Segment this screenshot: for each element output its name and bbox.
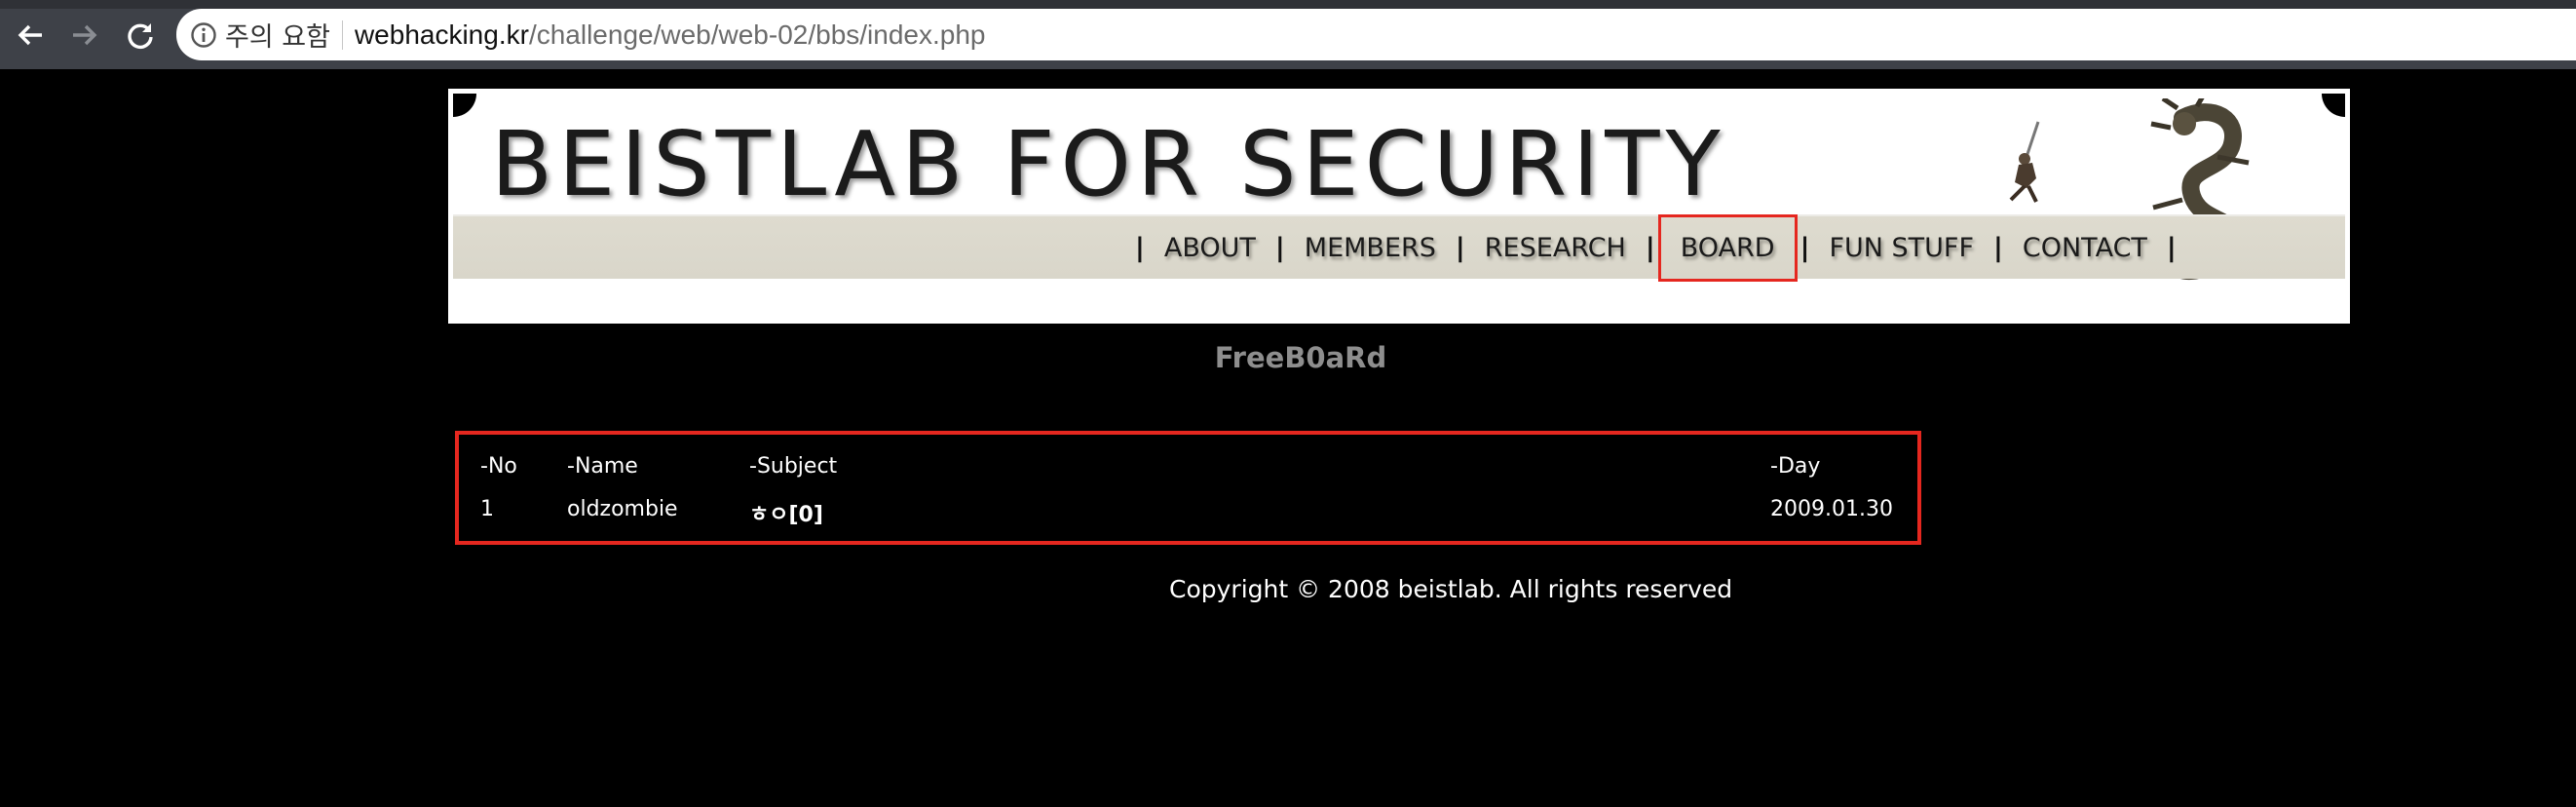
info-circle-icon[interactable] <box>188 19 219 51</box>
tab-strip <box>0 0 2576 9</box>
post-number: 1 <box>480 497 494 521</box>
main-menu: | ABOUT | MEMBERS | RESEARCH | BOARD | F… <box>1116 213 2196 282</box>
security-warning-label[interactable]: 주의 요함 <box>225 16 330 54</box>
menu-item-board[interactable]: BOARD <box>1657 213 1798 282</box>
footer-copyright: Copyright © 2008 beistlab. All rights re… <box>1169 575 1733 603</box>
omnibox-divider <box>341 19 343 50</box>
menu-separator: | <box>1135 232 1145 263</box>
browser-toolbar: 주의 요함 webhacking.kr/challenge/web/web-02… <box>0 0 2576 69</box>
site-logo[interactable]: BEISTLAB FOR SECURITY <box>491 112 1726 216</box>
column-header-name: -Name <box>567 454 638 479</box>
column-header-no: -No <box>480 454 517 479</box>
menu-item-research[interactable]: RESEARCH <box>1485 233 1626 263</box>
board-table: -No -Name -Subject -Day 1 oldzombie ㅎㅇ[0… <box>455 431 1921 545</box>
url-host: webhacking.kr <box>354 19 529 50</box>
post-date: 2009.01.30 <box>1770 497 1893 521</box>
menu-item-members[interactable]: MEMBERS <box>1305 233 1436 263</box>
menu-item-fun-stuff[interactable]: FUN STUFF <box>1829 233 1974 263</box>
menu-separator: | <box>2166 232 2177 263</box>
menu-separator: | <box>1993 232 2003 263</box>
reload-icon[interactable] <box>122 14 159 57</box>
menu-item-about[interactable]: ABOUT <box>1164 233 1256 263</box>
main-menu-bar: | ABOUT | MEMBERS | RESEARCH | BOARD | F… <box>453 213 2345 282</box>
url-path: /challenge/web/web-02/bbs/index.php <box>528 19 986 50</box>
sword-figure-image <box>2009 121 2040 203</box>
arrow-right-icon[interactable] <box>66 14 103 57</box>
column-header-day: -Day <box>1770 454 1821 479</box>
menu-separator: | <box>1799 232 1810 263</box>
menu-item-contact[interactable]: CONTACT <box>2023 233 2147 263</box>
column-header-subject: -Subject <box>749 454 838 479</box>
menu-separator: | <box>1274 232 1285 263</box>
board-title: FreeB0aRd <box>1214 341 1387 374</box>
site-banner: BEISTLAB FOR SECURITY | ABOUT | MEMBERS … <box>448 89 2350 324</box>
menu-separator: | <box>1645 232 1655 263</box>
menu-separator: | <box>1455 232 1465 263</box>
post-author: oldzombie <box>567 497 678 521</box>
post-subject-link[interactable]: ㅎㅇ[0] <box>749 497 823 528</box>
url-text[interactable]: webhacking.kr/challenge/web/web-02/bbs/i… <box>355 19 986 51</box>
arrow-left-icon[interactable] <box>12 14 49 57</box>
address-bar[interactable]: 주의 요함 webhacking.kr/challenge/web/web-02… <box>176 9 2576 60</box>
